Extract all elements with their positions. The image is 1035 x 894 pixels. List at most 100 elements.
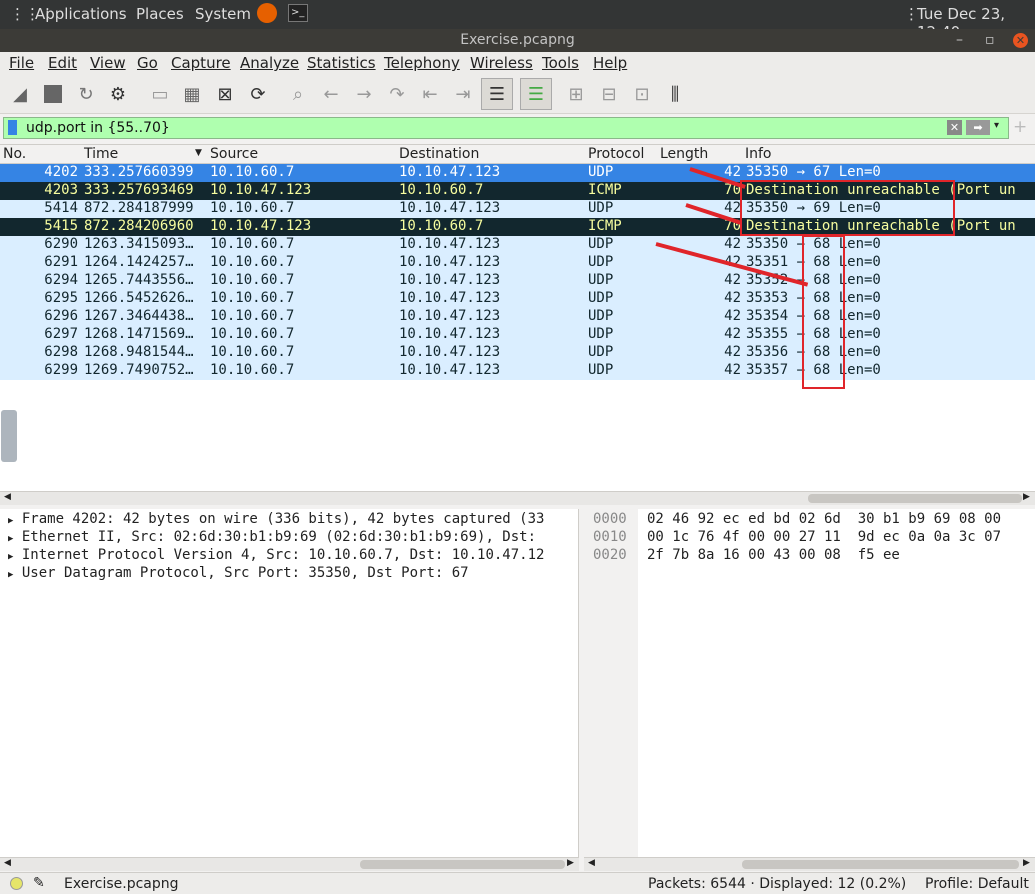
cell-time: 1266.5452626… [84, 290, 194, 306]
cell-dst: 10.10.47.123 [399, 254, 501, 270]
status-packets: Packets: 6544 · Displayed: 12 (0.2%) [648, 876, 907, 892]
terminal-icon[interactable]: >_ [288, 4, 308, 22]
display-filter-text: udp.port in {55..70} [26, 120, 170, 136]
detail-ip[interactable]: ▶ Internet Protocol Version 4, Src: 10.1… [0, 547, 579, 565]
reload-file-icon[interactable]: ⟳ [244, 80, 272, 108]
detail-frame[interactable]: ▶ Frame 4202: 42 bytes on wire (336 bits… [0, 511, 579, 529]
cell-proto: UDP [588, 308, 614, 324]
clear-filter-icon[interactable]: ✕ [947, 120, 962, 135]
cell-dst: 10.10.47.123 [399, 362, 501, 378]
annotation-box-port68 [802, 235, 845, 389]
col-no[interactable]: No. [3, 146, 26, 162]
expert-info-icon[interactable] [10, 877, 23, 890]
zoom-out-icon[interactable]: ⊟ [595, 80, 623, 108]
go-forward-icon[interactable]: → [350, 80, 378, 108]
colorize-icon[interactable]: ☰ [520, 78, 552, 110]
hex-line[interactable]: 2f 7b 8a 16 00 43 00 08 f5 ee [647, 547, 900, 563]
filter-dropdown-icon[interactable]: ▾ [994, 120, 999, 131]
status-bar: ✎ Exercise.pcapng Packets: 6544 · Displa… [0, 872, 1035, 894]
shark-fin-start-icon[interactable]: ◢ [6, 80, 34, 108]
table-row[interactable]: 6299 1269.7490752… 10.10.60.7 10.10.47.123 U… [0, 362, 1035, 380]
menu-edit[interactable]: Edit [48, 54, 77, 72]
hex-line[interactable]: 00 1c 76 4f 00 00 27 11 9d ec 0a 0a 3c 0… [647, 529, 1001, 545]
cell-time: 1265.7443556… [84, 272, 194, 288]
firefox-icon[interactable] [257, 3, 277, 23]
resize-columns-icon[interactable]: ⫼ [661, 80, 689, 108]
add-filter-button-icon[interactable]: + [1013, 117, 1027, 137]
menu-help[interactable]: Help [593, 54, 627, 72]
detail-udp[interactable]: ▶ User Datagram Protocol, Src Port: 3535… [0, 565, 579, 583]
last-packet-icon[interactable]: ⇥ [449, 80, 477, 108]
go-to-packet-icon[interactable]: ↷ [383, 80, 411, 108]
system-menu[interactable]: System [195, 5, 251, 23]
maximize-icon[interactable]: ▫ [985, 29, 995, 52]
cell-info: 35350 → 67 Len=0 [746, 164, 881, 180]
menu-capture[interactable]: Capture [171, 54, 231, 72]
open-file-icon[interactable]: ▭ [146, 80, 174, 108]
close-file-icon[interactable]: ⊠ [211, 80, 239, 108]
cell-no: 6297 [44, 326, 78, 342]
apply-filter-icon[interactable]: ➡ [966, 120, 990, 135]
save-file-icon[interactable]: ▦ [178, 80, 206, 108]
menu-file[interactable]: File [9, 54, 34, 72]
places-menu[interactable]: Places [136, 5, 184, 23]
minimize-icon[interactable]: – [956, 29, 963, 52]
col-protocol[interactable]: Protocol [588, 146, 644, 162]
table-row[interactable]: 6294 1265.7443556… 10.10.60.7 10.10.47.123 U… [0, 272, 1035, 290]
main-toolbar: ◢ ↻ ⚙ ▭ ▦ ⊠ ⟳ ⌕ ← → ↷ ⇤ ⇥ ☰ ☰ ⊞ ⊟ ⊡ ⫼ [0, 74, 1035, 114]
applications-menu[interactable]: Applications [35, 5, 127, 23]
menu-telephony[interactable]: Telephony [384, 54, 460, 72]
cell-proto: UDP [588, 164, 614, 180]
table-row[interactable]: 6290 1263.3415093… 10.10.60.7 10.10.47.123 U… [0, 236, 1035, 254]
zoom-in-icon[interactable]: ⊞ [562, 80, 590, 108]
first-packet-icon[interactable]: ⇤ [416, 80, 444, 108]
bookmark-icon[interactable] [8, 120, 17, 135]
normal-size-icon[interactable]: ⊡ [628, 80, 656, 108]
table-row[interactable]: 6291 1264.1424257… 10.10.60.7 10.10.47.123 U… [0, 254, 1035, 272]
hex-line[interactable]: 02 46 92 ec ed bd 02 6d 30 b1 b9 69 08 0… [647, 511, 1001, 527]
table-row[interactable]: 6297 1268.1471569… 10.10.60.7 10.10.47.123 U… [0, 326, 1035, 344]
capture-comment-icon[interactable]: ✎ [33, 875, 45, 891]
col-destination[interactable]: Destination [399, 146, 479, 162]
stop-capture-icon[interactable] [39, 80, 67, 108]
table-row[interactable]: 6296 1267.3464438… 10.10.60.7 10.10.47.123 U… [0, 308, 1035, 326]
col-info[interactable]: Info [745, 146, 772, 162]
menu-analyze[interactable]: Analyze [240, 54, 299, 72]
packet-details-pane: ▶ Frame 4202: 42 bytes on wire (336 bits… [0, 509, 579, 857]
close-icon[interactable]: ✕ [1013, 33, 1028, 48]
menu-view[interactable]: View [90, 54, 126, 72]
side-handle-icon[interactable] [1, 410, 17, 462]
cell-len: 42 [724, 326, 741, 342]
display-filter-input[interactable]: udp.port in {55..70} ✕ ➡ ▾ [3, 117, 1009, 139]
restart-capture-icon[interactable]: ↻ [72, 80, 100, 108]
capture-options-icon[interactable]: ⚙ [104, 80, 132, 108]
table-row[interactable]: 6298 1268.9481544… 10.10.60.7 10.10.47.123 U… [0, 344, 1035, 362]
auto-scroll-icon[interactable]: ☰ [481, 78, 513, 110]
cell-time: 1264.1424257… [84, 254, 194, 270]
hscroll-thumb[interactable] [808, 494, 1022, 503]
cell-src: 10.10.47.123 [210, 182, 312, 198]
cell-proto: UDP [588, 290, 614, 306]
cell-len: 42 [724, 272, 741, 288]
status-profile[interactable]: Profile: Default [925, 876, 1029, 892]
col-length[interactable]: Length [660, 146, 708, 162]
window-title-bar: Exercise.pcapng – ▫ ✕ [0, 29, 1035, 52]
cell-proto: UDP [588, 254, 614, 270]
col-source[interactable]: Source [210, 146, 258, 162]
menu-wireless[interactable]: Wireless [470, 54, 533, 72]
hex-offset-column: 0000 0010 0020 [584, 509, 638, 857]
find-packet-icon[interactable]: ⌕ [284, 80, 312, 108]
details-hscroll[interactable]: ◀ ▶ [0, 857, 579, 871]
bytes-hscroll[interactable]: ◀ ▶ [584, 857, 1035, 871]
menu-go[interactable]: Go [137, 54, 158, 72]
menu-tools[interactable]: Tools [542, 54, 579, 72]
menu-statistics[interactable]: Statistics [307, 54, 376, 72]
table-row[interactable]: 6295 1266.5452626… 10.10.60.7 10.10.47.123 U… [0, 290, 1035, 308]
cell-len: 42 [724, 308, 741, 324]
window-title: Exercise.pcapng [460, 32, 575, 48]
packet-list-hscroll[interactable]: ◀ ▶ [0, 491, 1035, 505]
col-time[interactable]: Time [84, 146, 118, 162]
go-back-icon[interactable]: ← [317, 80, 345, 108]
packet-bytes-pane: 0000 0010 0020 02 46 92 ec ed bd 02 6d 3… [584, 509, 1035, 857]
detail-ethernet[interactable]: ▶ Ethernet II, Src: 02:6d:30:b1:b9:69 (0… [0, 529, 579, 547]
